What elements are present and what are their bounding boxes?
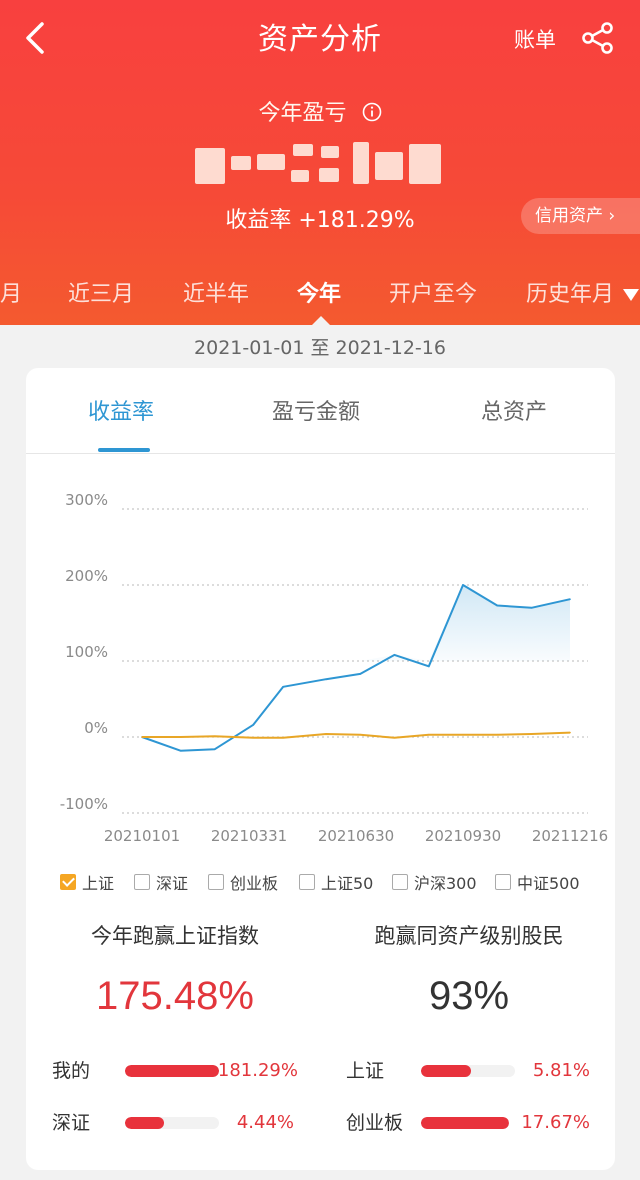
bar-track-szse [125, 1117, 219, 1129]
legend-label: 深证 [156, 874, 189, 893]
period-tabs: 月 近三月 近半年 今年 开户至今 历史年月 [0, 270, 640, 325]
tab-this-year[interactable]: 今年 [297, 280, 341, 310]
date-range: 2021-01-01 至 2021-12-16 [194, 337, 446, 359]
beat-peers-title: 跑赢同资产级别股民 [374, 924, 564, 948]
header: 资产分析 账单 今年盈亏 收益率 +181.29% 信用资产 › 月 近三月 近… [0, 0, 640, 325]
legend-szse[interactable]: 深证 [134, 870, 188, 894]
subtab-return-rate[interactable]: 收益率 [88, 398, 154, 428]
beat-peers-value: 93% [428, 974, 510, 1018]
bar-fill-szse [125, 1117, 164, 1129]
checkbox-icon[interactable] [495, 874, 511, 890]
triangle-down-icon[interactable] [622, 287, 640, 303]
divider [26, 453, 615, 454]
legend-label: 沪深300 [414, 874, 477, 893]
credit-assets-button[interactable]: 信用资产 › [521, 198, 640, 234]
legend-csi300[interactable]: 沪深300 [392, 870, 477, 894]
checkbox-icon[interactable] [208, 874, 224, 890]
bar-label-szse: 深证 [52, 1112, 91, 1134]
checkbox-checked-icon[interactable] [60, 874, 76, 890]
legend-label: 创业板 [230, 874, 279, 893]
beat-index-value: 175.48% [96, 974, 254, 1018]
checkbox-icon[interactable] [392, 874, 408, 890]
tab-3-months[interactable]: 近三月 [68, 280, 134, 310]
bar-fill-mine [125, 1065, 219, 1077]
checkbox-icon[interactable] [134, 874, 150, 890]
legend-label: 上证50 [321, 874, 374, 893]
active-tab-indicator [312, 316, 330, 325]
bar-value-sse: 5.81% [532, 1060, 590, 1081]
pnl-label-text: 今年盈亏 [258, 101, 347, 126]
legend-csi500[interactable]: 中证500 [495, 870, 580, 894]
legend-sse[interactable]: 上证 [60, 870, 114, 894]
legend-label: 中证500 [517, 874, 580, 893]
tab-history[interactable]: 历史年月 [526, 280, 614, 310]
bar-value-szse: 4.44% [236, 1112, 294, 1133]
tab-since-open[interactable]: 开户至今 [389, 280, 477, 310]
share-icon[interactable] [580, 20, 616, 56]
subtab-pnl-amount[interactable]: 盈亏金额 [272, 398, 360, 428]
bar-fill-sse [421, 1065, 471, 1077]
beat-index-title: 今年跑赢上证指数 [91, 924, 259, 948]
bar-label-sse: 上证 [346, 1060, 385, 1082]
tab-half-year[interactable]: 近半年 [183, 280, 249, 310]
bar-value-mine: 181.29% [217, 1060, 298, 1081]
pnl-label: 今年盈亏 [0, 100, 640, 128]
subtab-total-assets[interactable]: 总资产 [481, 398, 547, 428]
bar-track-chinext [421, 1117, 509, 1129]
bar-track-mine [125, 1065, 219, 1077]
analysis-card: 收益率 盈亏金额 总资产 [26, 368, 615, 1170]
bar-label-chinext: 创业板 [346, 1112, 404, 1134]
legend-sse50[interactable]: 上证50 [299, 870, 373, 894]
legend-chinext[interactable]: 创业板 [208, 870, 278, 894]
tab-month[interactable]: 月 [0, 280, 22, 310]
bill-link[interactable]: 账单 [514, 26, 556, 54]
checkbox-icon[interactable] [299, 874, 315, 890]
bar-track-sse [421, 1065, 515, 1077]
legend-label: 上证 [82, 874, 115, 893]
bar-value-chinext: 17.67% [521, 1112, 590, 1133]
info-icon[interactable] [362, 102, 382, 122]
subtab-underline [98, 448, 150, 452]
masked-amount [195, 138, 445, 190]
bar-label-mine: 我的 [52, 1060, 91, 1082]
bar-fill-chinext [421, 1117, 509, 1129]
